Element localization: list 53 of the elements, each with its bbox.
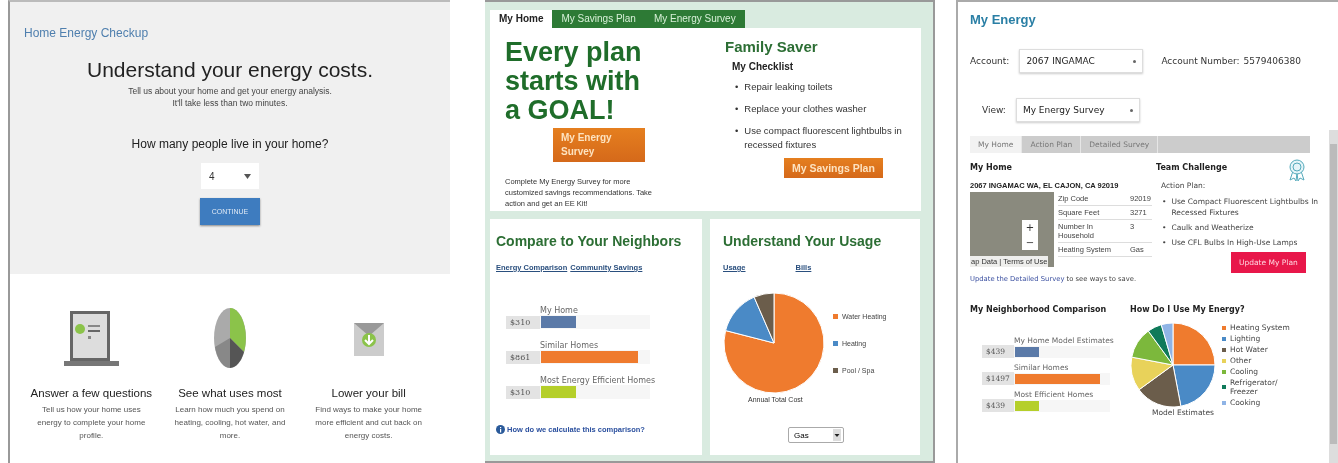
card-title: Understand Your Usage bbox=[723, 233, 883, 249]
zoom-in-button[interactable]: + bbox=[1022, 220, 1038, 235]
field-label: Account: bbox=[970, 56, 1010, 66]
page-title: My Energy bbox=[970, 12, 1037, 27]
bullet: • bbox=[735, 102, 739, 116]
feature-title: Lower your bill bbox=[331, 387, 406, 399]
headline-line: Every plan bbox=[505, 38, 643, 67]
feature-description: Tell us how your home uses energy to complete your home profile. bbox=[36, 404, 147, 442]
checklist-item: Use compact fluorescent lightbulbs in recessed fixtures bbox=[744, 124, 903, 152]
tab[interactable]: My Home bbox=[490, 10, 553, 28]
feature-title: Answer a few questions bbox=[30, 387, 153, 399]
checklist-item: Replace your clothes washer bbox=[744, 102, 867, 116]
bar-amount: $861 bbox=[506, 350, 540, 364]
feature-description: Find ways to make your home more efficient and cut back on energy costs. bbox=[314, 404, 423, 442]
bullet: • bbox=[735, 124, 739, 138]
section-title: My Home bbox=[970, 163, 1013, 172]
section-title: How Do I Use My Energy? bbox=[1130, 305, 1246, 314]
scrollbar[interactable] bbox=[1329, 130, 1338, 463]
bar-amount: $310 bbox=[506, 385, 540, 399]
section-title: Team Challenge bbox=[1156, 163, 1229, 172]
plan-name: Family Saver bbox=[725, 38, 819, 55]
subtitle-line: It'll take less than two minutes. bbox=[171, 97, 289, 109]
pie-chart-icon bbox=[213, 307, 247, 369]
headline-line: starts with bbox=[505, 67, 642, 96]
bar-label: Most Energy Efficient Homes bbox=[540, 376, 657, 385]
card-title: Compare to Your Neighbors bbox=[496, 233, 683, 249]
subtitle-line: Tell us about your home and get your energy analysis. bbox=[128, 85, 332, 97]
page-heading: Understand your energy costs. bbox=[87, 58, 373, 82]
question-label: How many people live in your home? bbox=[131, 137, 329, 151]
tab[interactable]: My Savings Plan bbox=[552, 10, 645, 28]
award-ribbon-icon bbox=[1288, 159, 1306, 181]
account-select[interactable]: 2067 INGAMAC bbox=[1019, 49, 1144, 73]
headline-line: a GOAL! bbox=[505, 96, 616, 125]
bar-label: My Home bbox=[540, 306, 579, 315]
field-label: View: bbox=[982, 105, 1006, 115]
bar-label: Similar Homes bbox=[540, 341, 600, 350]
bar-amount: $310 bbox=[506, 315, 540, 329]
checklist-item: Repair leaking toilets bbox=[744, 80, 833, 94]
bullet: • bbox=[735, 80, 739, 94]
feature-title: See what uses most bbox=[178, 387, 282, 399]
site-title: Home Energy Checkup bbox=[24, 26, 149, 40]
account-number: 5579406380 bbox=[1243, 56, 1301, 66]
view-select[interactable]: My Energy Survey bbox=[1015, 98, 1140, 122]
people-select[interactable]: 4 bbox=[201, 163, 259, 189]
info-icon bbox=[496, 425, 505, 434]
checklist-title: My Checklist bbox=[732, 61, 795, 72]
tab[interactable]: My Energy Survey bbox=[644, 10, 745, 28]
zoom-out-button[interactable]: − bbox=[1022, 235, 1038, 250]
envelope-icon bbox=[353, 320, 384, 356]
field-label: Account Number: bbox=[1161, 56, 1240, 66]
feature-description: Learn how much you spend on heating, cooling, hot water, and more. bbox=[173, 404, 287, 442]
fuel-select[interactable]: Gas bbox=[788, 427, 844, 443]
section-title: My Neighborhood Comparison bbox=[970, 305, 1108, 314]
